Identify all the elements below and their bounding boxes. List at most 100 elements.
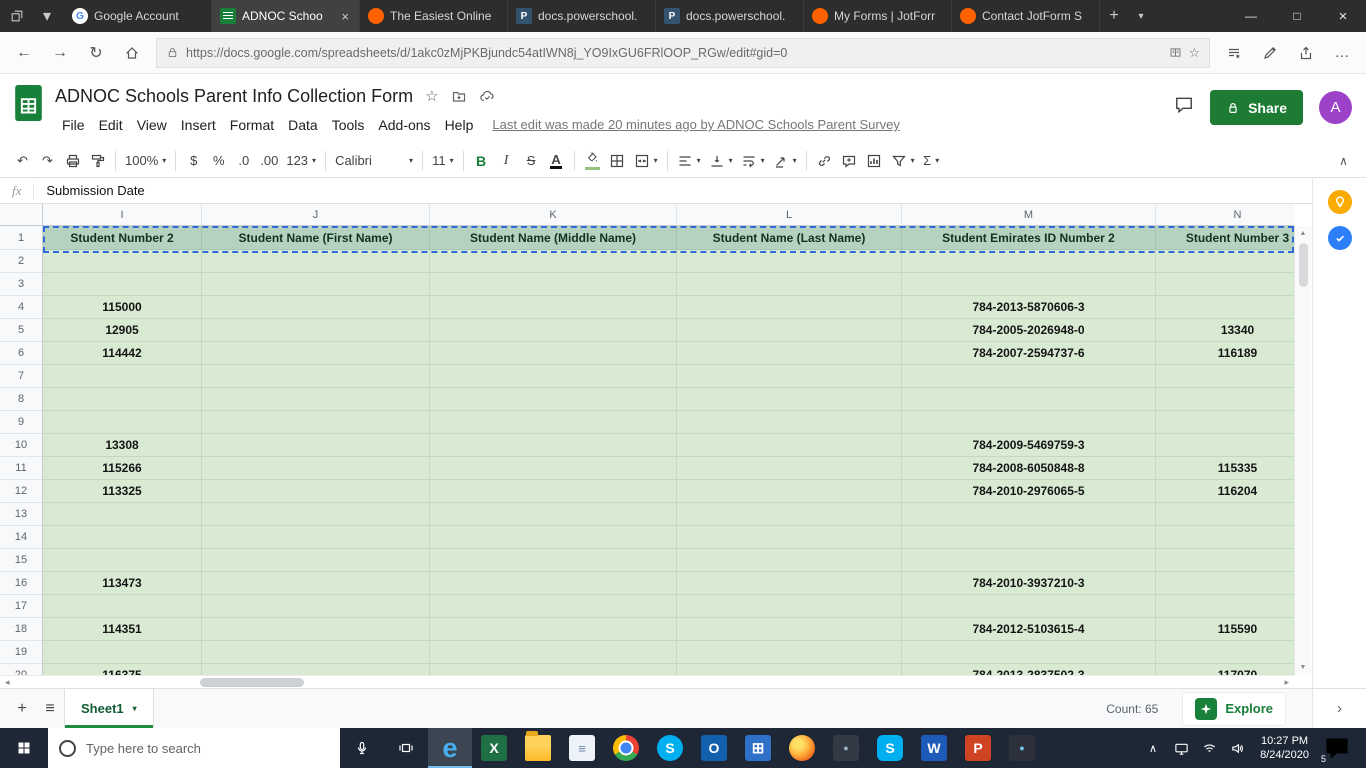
cell[interactable] <box>677 549 902 572</box>
header-cell[interactable]: Student Emirates ID Number 2 <box>902 226 1156 250</box>
side-panel-toggle-icon[interactable]: › <box>1312 689 1366 728</box>
cell[interactable] <box>430 365 677 388</box>
cell[interactable] <box>202 549 430 572</box>
cell[interactable] <box>430 296 677 319</box>
cell[interactable] <box>202 572 430 595</box>
sheet-tab-sheet1[interactable]: Sheet1 ▾ <box>64 689 154 728</box>
column-header-L[interactable]: L <box>677 204 902 226</box>
cell[interactable] <box>1156 595 1294 618</box>
horizontal-scrollbar[interactable]: ◂ ▸ <box>0 675 1294 688</box>
cell[interactable] <box>430 526 677 549</box>
cell[interactable]: 113325 <box>43 480 202 503</box>
cell[interactable]: 115000 <box>43 296 202 319</box>
cell[interactable]: 12905 <box>43 319 202 342</box>
document-title[interactable]: ADNOC Schools Parent Info Collection For… <box>55 86 413 107</box>
tab-preview-icon[interactable]: ▾ <box>34 3 60 29</box>
cell[interactable] <box>677 526 902 549</box>
cell[interactable] <box>677 296 902 319</box>
row-number[interactable]: 14 <box>0 526 43 549</box>
cell[interactable] <box>430 342 677 365</box>
cell[interactable] <box>430 273 677 296</box>
fill-color-button[interactable] <box>580 148 605 174</box>
vertical-scroll-thumb[interactable] <box>1298 243 1308 287</box>
new-tab-button[interactable]: + <box>1100 0 1128 32</box>
cell[interactable] <box>202 411 430 434</box>
cell[interactable]: 784-2010-2976065-5 <box>902 480 1156 503</box>
start-button[interactable] <box>0 728 48 768</box>
cell[interactable] <box>202 365 430 388</box>
browser-tab[interactable]: Contact JotForm S <box>952 0 1100 32</box>
zoom-select[interactable]: 100% ▾ <box>121 148 170 174</box>
cell[interactable] <box>1156 572 1294 595</box>
cell[interactable] <box>1156 503 1294 526</box>
app-dark-2-taskbar-button[interactable]: ● <box>1000 728 1044 768</box>
text-wrap-button[interactable]: ▾ <box>737 148 769 174</box>
cell[interactable] <box>902 503 1156 526</box>
insert-comment-button[interactable] <box>837 148 862 174</box>
row-number[interactable]: 13 <box>0 503 43 526</box>
cell[interactable] <box>430 480 677 503</box>
cell[interactable] <box>202 319 430 342</box>
cell[interactable] <box>430 503 677 526</box>
strikethrough-button[interactable]: S <box>519 148 544 174</box>
set-tabs-aside-icon[interactable] <box>4 3 30 29</box>
cell[interactable]: 784-2009-5469759-3 <box>902 434 1156 457</box>
outlook-taskbar-button[interactable]: O <box>692 728 736 768</box>
favorites-star-icon[interactable]: ☆ <box>1189 45 1200 60</box>
cell[interactable] <box>430 319 677 342</box>
cell[interactable] <box>202 250 430 273</box>
header-cell[interactable]: Student Number 3 <box>1156 226 1294 250</box>
add-sheet-button[interactable]: + <box>8 695 36 723</box>
cell[interactable] <box>43 526 202 549</box>
notepad-taskbar-button[interactable]: ≡ <box>560 728 604 768</box>
cell[interactable] <box>677 342 902 365</box>
cell[interactable]: 784-2010-3937210-3 <box>902 572 1156 595</box>
filter-button[interactable]: ▾ <box>887 148 919 174</box>
row-number[interactable]: 2 <box>0 250 43 273</box>
menu-format[interactable]: Format <box>223 117 281 133</box>
more-menu-icon[interactable]: … <box>1324 36 1360 70</box>
cell[interactable]: 116189 <box>1156 342 1294 365</box>
row-number[interactable]: 15 <box>0 549 43 572</box>
row-number[interactable]: 3 <box>0 273 43 296</box>
count-status[interactable]: Count: 65 <box>1106 702 1158 716</box>
row-number[interactable]: 6 <box>0 342 43 365</box>
calculator-taskbar-button[interactable]: ⊞ <box>736 728 780 768</box>
forward-icon[interactable]: → <box>42 36 78 70</box>
row-number[interactable]: 9 <box>0 411 43 434</box>
chrome-taskbar-button[interactable] <box>604 728 648 768</box>
cell[interactable] <box>1156 365 1294 388</box>
insert-chart-button[interactable] <box>862 148 887 174</box>
borders-button[interactable] <box>605 148 630 174</box>
row-number[interactable]: 5 <box>0 319 43 342</box>
refresh-icon[interactable]: ↻ <box>78 36 114 70</box>
undo-button[interactable]: ↶ <box>10 148 35 174</box>
cell[interactable]: 113473 <box>43 572 202 595</box>
header-cell[interactable]: Student Name (Last Name) <box>677 226 902 250</box>
cell[interactable] <box>202 503 430 526</box>
cell[interactable] <box>1156 296 1294 319</box>
menu-help[interactable]: Help <box>438 117 481 133</box>
cell[interactable] <box>202 457 430 480</box>
cell[interactable] <box>202 595 430 618</box>
header-cell[interactable]: Student Name (Middle Name) <box>430 226 677 250</box>
select-all-corner[interactable] <box>0 204 43 226</box>
cell[interactable] <box>902 365 1156 388</box>
display-icon[interactable] <box>1169 728 1193 768</box>
cell[interactable] <box>677 319 902 342</box>
cell[interactable]: 114351 <box>43 618 202 641</box>
increase-decimal-button[interactable]: .00 <box>256 148 282 174</box>
cell[interactable] <box>677 388 902 411</box>
menu-edit[interactable]: Edit <box>92 117 130 133</box>
firefox-taskbar-button[interactable] <box>780 728 824 768</box>
cell[interactable] <box>430 457 677 480</box>
more-formats-button[interactable]: 123 ▾ <box>282 148 320 174</box>
saved-cloud-icon[interactable] <box>479 88 495 104</box>
header-cell[interactable]: Student Number 2 <box>43 226 202 250</box>
cell[interactable] <box>430 411 677 434</box>
close-button[interactable]: × <box>1320 0 1366 32</box>
wifi-icon[interactable] <box>1197 728 1221 768</box>
cell[interactable] <box>677 273 902 296</box>
row-number[interactable]: 19 <box>0 641 43 664</box>
row-number[interactable]: 11 <box>0 457 43 480</box>
